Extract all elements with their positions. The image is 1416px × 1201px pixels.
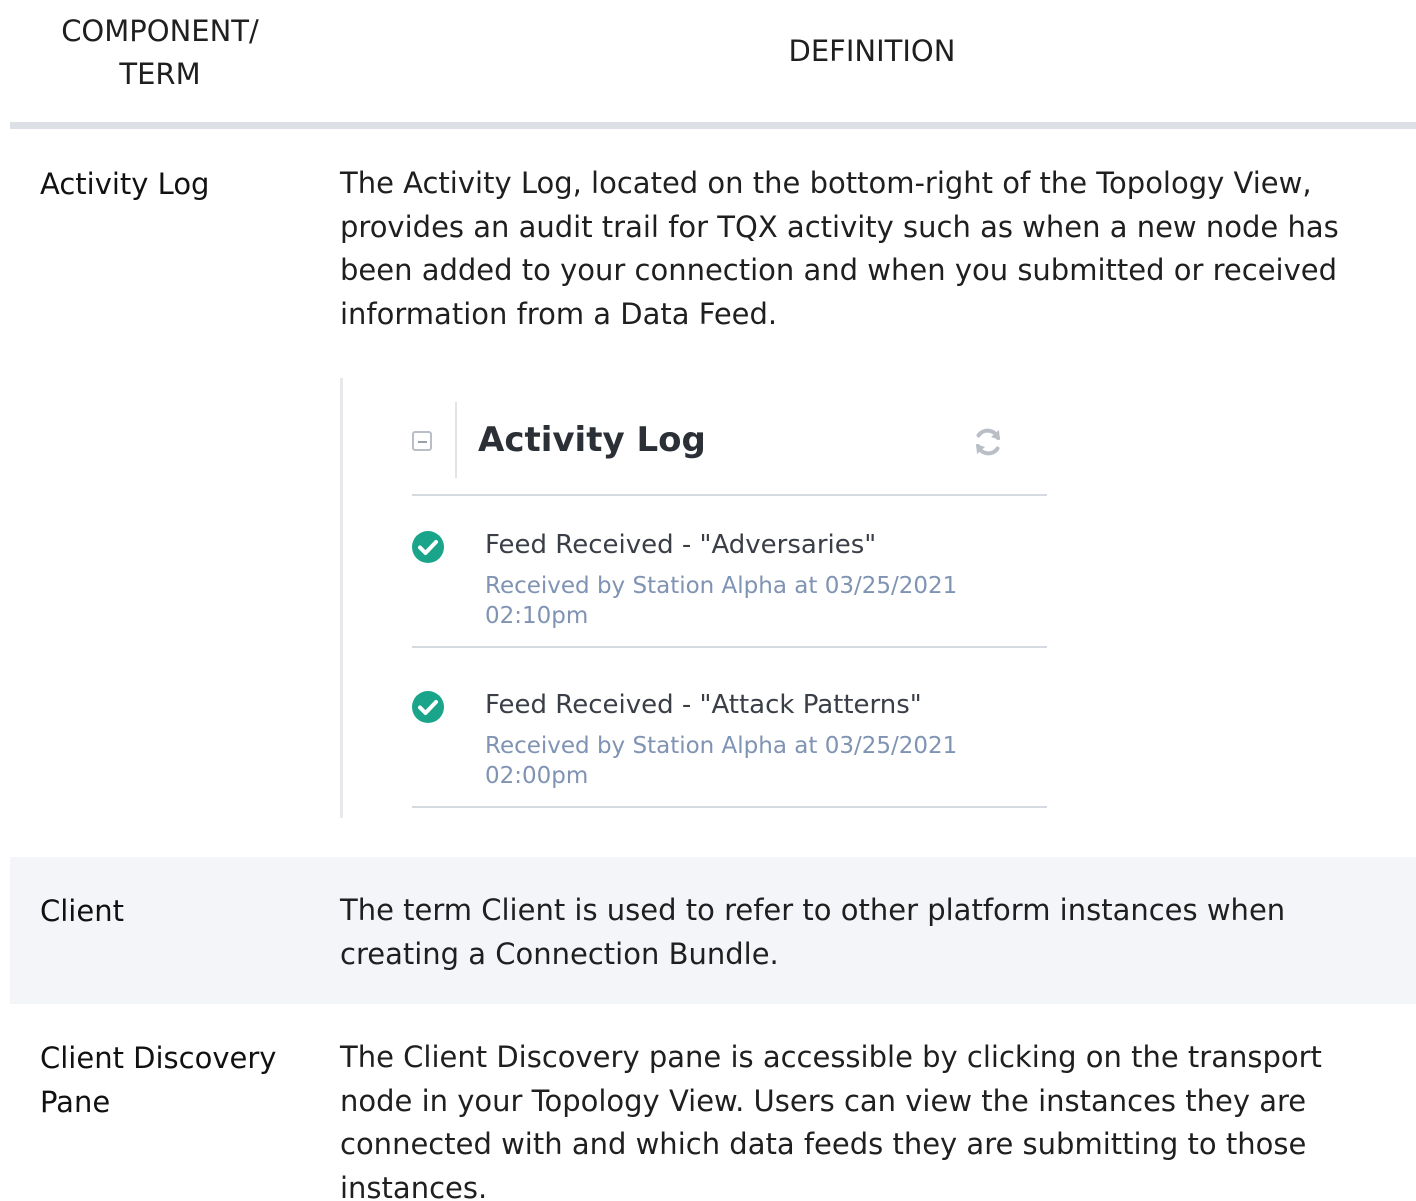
check-circle-icon: [412, 691, 444, 723]
term-client: Client: [40, 894, 124, 928]
definition-client-discovery-pane: The Client Discovery pane is accessible …: [340, 1040, 1322, 1201]
widget-rule: [412, 806, 1047, 808]
header-definition: DEFINITION: [788, 34, 956, 68]
term-activity-log: Activity Log: [40, 167, 210, 201]
definition-client: The term Client is used to refer to othe…: [340, 893, 1286, 971]
minus-square-icon[interactable]: [412, 431, 432, 451]
refresh-icon[interactable]: [970, 424, 1006, 460]
table-row: Client Discovery Pane The Client Discove…: [10, 1004, 1416, 1201]
term-client-discovery-pane: Client Discovery Pane: [40, 1041, 277, 1119]
entry-title: Feed Received - "Attack Patterns": [485, 690, 922, 720]
entry-subtitle: Received by Station Alpha at 03/25/2021 …: [485, 733, 958, 789]
table-row: Client The term Client is used to refer …: [10, 857, 1416, 1004]
widget-title: Activity Log: [478, 420, 706, 460]
widget-divider: [455, 402, 457, 478]
definition-activity-log: The Activity Log, located on the bottom-…: [340, 166, 1339, 331]
table-header: COMPONENT/ TERM DEFINITION: [10, 0, 1416, 122]
widget-border: [340, 378, 343, 818]
check-circle-icon: [412, 531, 444, 563]
header-divider: [10, 122, 1416, 129]
entry-title: Feed Received - "Adversaries": [485, 530, 877, 560]
activity-log-widget: Activity Log Feed Received - "Adversarie…: [340, 378, 1060, 818]
widget-rule: [412, 646, 1047, 648]
header-term: COMPONENT/ TERM: [61, 14, 259, 91]
widget-rule: [412, 494, 1047, 496]
entry-subtitle: Received by Station Alpha at 03/25/2021 …: [485, 573, 958, 629]
glossary-page: COMPONENT/ TERM DEFINITION Activity Log …: [0, 0, 1416, 1201]
